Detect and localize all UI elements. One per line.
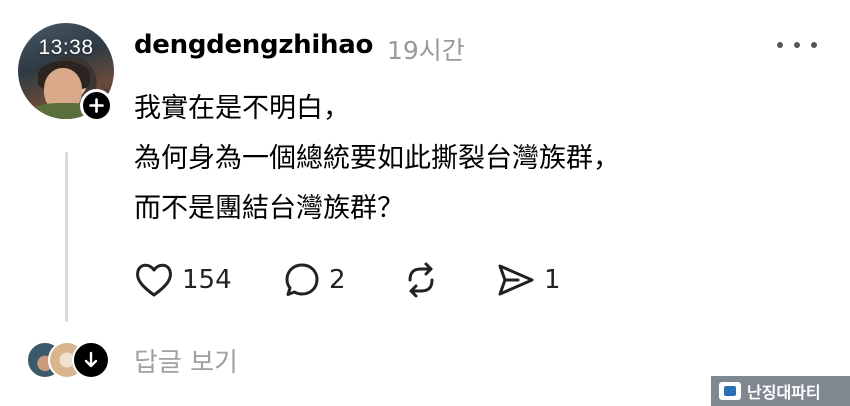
view-replies-link[interactable]: 답글 보기 xyxy=(134,342,238,379)
like-count: 154 xyxy=(182,265,232,295)
thread-line xyxy=(65,152,68,322)
more-horizontal-icon xyxy=(811,42,817,48)
arrow-down-icon xyxy=(84,351,98,368)
post-body: 我實在是不明白， 為何身為一個總統要如此撕裂台灣族群， 而不是團結台灣族群？ xyxy=(134,84,620,234)
comment-count: 2 xyxy=(329,265,346,295)
share-count: 1 xyxy=(544,265,561,295)
post-text-line: 而不是團結台灣族群？ xyxy=(134,193,404,224)
post-timestamp: 19시간 xyxy=(387,36,465,65)
heart-icon xyxy=(136,263,172,297)
repost-icon xyxy=(408,262,434,298)
watermark: 난징대파티 xyxy=(711,376,850,406)
username-link[interactable]: dengdengzhihao xyxy=(134,30,373,60)
like-button[interactable]: 154 xyxy=(134,258,232,302)
comment-button[interactable]: 2 xyxy=(283,258,346,302)
post-text-line: 為何身為一個總統要如此撕裂台灣族群， xyxy=(134,143,620,174)
share-button[interactable]: 1 xyxy=(496,258,561,302)
more-horizontal-icon xyxy=(777,42,783,48)
more-options-button[interactable] xyxy=(777,32,817,58)
send-icon xyxy=(498,264,534,296)
comment-bubble-icon xyxy=(285,263,319,296)
plus-icon xyxy=(89,98,104,113)
repost-button[interactable] xyxy=(402,258,440,302)
watermark-text: 난징대파티 xyxy=(747,383,821,402)
follow-plus-button[interactable] xyxy=(80,89,113,122)
avatar-clock-text: 13:38 xyxy=(38,36,94,59)
more-horizontal-icon xyxy=(794,42,800,48)
expand-replies-button[interactable] xyxy=(72,341,110,379)
post-text-line: 我實在是不明白， xyxy=(134,93,350,124)
reply-avatars[interactable] xyxy=(26,341,110,379)
site-logo-icon xyxy=(719,382,741,400)
